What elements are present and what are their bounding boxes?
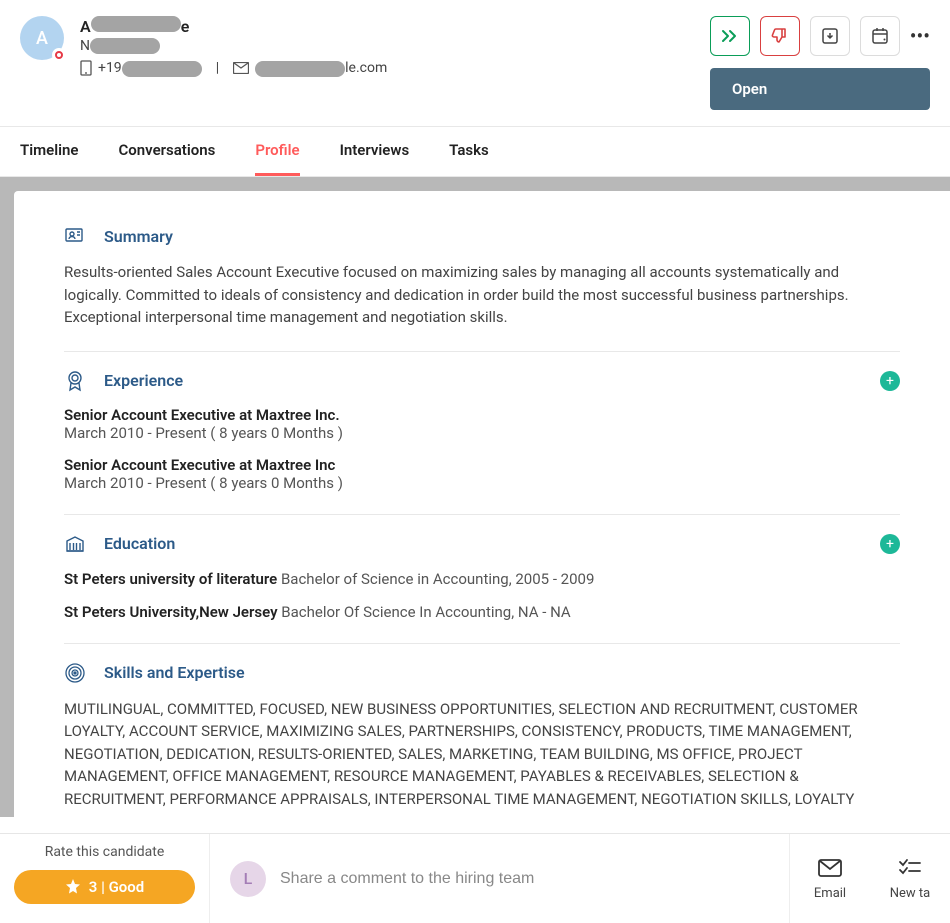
commenter-avatar: L bbox=[230, 861, 266, 897]
email-action[interactable]: Email bbox=[790, 834, 870, 923]
education-item: St Peters university of literature Bache… bbox=[64, 569, 900, 588]
candidate-identity: A Ae N +19 | le.com bbox=[20, 16, 387, 77]
avatar-letter: A bbox=[36, 28, 48, 49]
add-experience-button[interactable]: + bbox=[880, 371, 900, 391]
rating-label: Rate this candidate bbox=[45, 844, 165, 860]
summary-section: Summary Results-oriented Sales Account E… bbox=[64, 225, 900, 329]
email-icon bbox=[233, 62, 249, 74]
candidate-info: Ae N +19 | le.com bbox=[80, 16, 387, 77]
education-degree: Bachelor of Science in Accounting, 2005 … bbox=[277, 570, 594, 588]
advance-icon bbox=[721, 29, 739, 43]
education-degree: Bachelor Of Science In Accounting, NA - … bbox=[278, 603, 571, 621]
tab-timeline[interactable]: Timeline bbox=[20, 127, 78, 176]
star-icon bbox=[65, 879, 81, 895]
tab-interviews[interactable]: Interviews bbox=[340, 127, 410, 176]
calendar-icon bbox=[871, 27, 889, 45]
education-section: Education + St Peters university of lite… bbox=[64, 533, 900, 621]
schedule-button[interactable] bbox=[860, 16, 900, 56]
education-icon bbox=[64, 533, 86, 555]
more-actions-button[interactable]: ••• bbox=[910, 24, 930, 48]
experience-dates: March 2010 - Present ( 8 years 0 Months … bbox=[64, 424, 900, 442]
education-item: St Peters University,New Jersey Bachelor… bbox=[64, 602, 900, 621]
experience-role: Senior Account Executive at Maxtree Inc. bbox=[64, 406, 900, 424]
separator: | bbox=[216, 60, 219, 76]
summary-title: Summary bbox=[104, 227, 173, 246]
experience-item: Senior Account Executive at Maxtree Inc … bbox=[64, 456, 900, 492]
avatar-status-badge bbox=[52, 48, 66, 62]
summary-icon bbox=[64, 225, 86, 247]
header-actions-wrap: ••• Open bbox=[710, 16, 930, 110]
profile-card: Summary Results-oriented Sales Account E… bbox=[14, 191, 950, 817]
phone-icon bbox=[80, 60, 92, 76]
new-task-action[interactable]: New ta bbox=[870, 834, 950, 923]
experience-section: Experience + Senior Account Executive at… bbox=[64, 370, 900, 492]
section-divider bbox=[64, 643, 900, 644]
email-icon bbox=[818, 856, 842, 880]
candidate-avatar[interactable]: A bbox=[20, 16, 64, 60]
candidate-header: A Ae N +19 | le.com bbox=[0, 0, 950, 126]
skills-icon bbox=[64, 662, 86, 684]
task-icon bbox=[898, 856, 922, 880]
summary-body: Results-oriented Sales Account Executive… bbox=[64, 261, 900, 329]
status-label: Open bbox=[732, 80, 767, 98]
skills-body: MUTILINGUAL, COMMITTED, FOCUSED, NEW BUS… bbox=[64, 698, 900, 811]
section-divider bbox=[64, 514, 900, 515]
thumbs-down-icon bbox=[771, 27, 789, 45]
comment-input[interactable] bbox=[280, 870, 769, 888]
rating-value: 3 | Good bbox=[89, 878, 144, 896]
skills-title: Skills and Expertise bbox=[104, 663, 245, 682]
education-school: St Peters University,New Jersey bbox=[64, 603, 278, 621]
new-task-label: New ta bbox=[890, 886, 931, 901]
experience-dates: March 2010 - Present ( 8 years 0 Months … bbox=[64, 474, 900, 492]
comment-panel: L bbox=[210, 834, 790, 923]
education-title: Education bbox=[104, 534, 175, 553]
archive-icon bbox=[821, 27, 839, 45]
add-education-button[interactable]: + bbox=[880, 534, 900, 554]
experience-role: Senior Account Executive at Maxtree Inc bbox=[64, 456, 900, 474]
advance-button[interactable] bbox=[710, 16, 750, 56]
phone-item[interactable]: +19 bbox=[80, 60, 202, 76]
profile-scroll-area[interactable]: Summary Results-oriented Sales Account E… bbox=[0, 177, 950, 817]
archive-button[interactable] bbox=[810, 16, 850, 56]
email-label: Email bbox=[814, 886, 846, 901]
email-item[interactable]: le.com bbox=[233, 60, 387, 76]
footer-bar: Rate this candidate 3 | Good L Email New… bbox=[0, 833, 950, 923]
reject-button[interactable] bbox=[760, 16, 800, 56]
section-divider bbox=[64, 351, 900, 352]
status-dropdown[interactable]: Open bbox=[710, 68, 930, 110]
experience-icon bbox=[64, 370, 86, 392]
skills-section: Skills and Expertise MUTILINGUAL, COMMIT… bbox=[64, 662, 900, 811]
rating-button[interactable]: 3 | Good bbox=[14, 870, 195, 904]
footer-actions: Email New ta bbox=[790, 834, 950, 923]
experience-title: Experience bbox=[104, 371, 183, 390]
email-text: le.com bbox=[255, 60, 387, 76]
tab-tasks[interactable]: Tasks bbox=[449, 127, 489, 176]
tab-profile[interactable]: Profile bbox=[255, 127, 299, 176]
phone-text: +19 bbox=[98, 60, 202, 76]
tab-conversations[interactable]: Conversations bbox=[118, 127, 215, 176]
rating-panel: Rate this candidate 3 | Good bbox=[0, 834, 210, 923]
contact-row: +19 | le.com bbox=[80, 60, 387, 76]
candidate-subtitle: N bbox=[80, 38, 387, 54]
tabs-bar: Timeline Conversations Profile Interview… bbox=[0, 126, 950, 177]
experience-item: Senior Account Executive at Maxtree Inc.… bbox=[64, 406, 900, 442]
candidate-name: Ae bbox=[80, 16, 387, 36]
education-school: St Peters university of literature bbox=[64, 570, 277, 588]
header-actions: ••• bbox=[710, 16, 930, 56]
